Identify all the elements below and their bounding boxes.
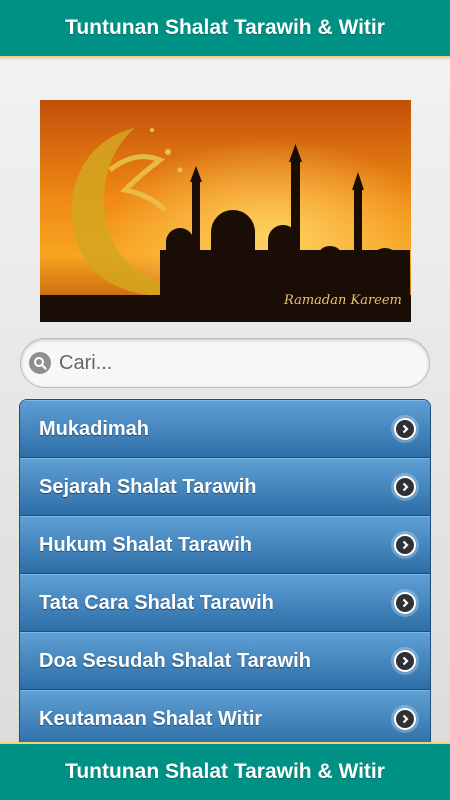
menu-item-label: Doa Sesudah Shalat Tarawih [39,649,311,672]
main-content[interactable]: Ramadan Kareem Mukadimah Sejarah Shalat … [0,60,450,742]
banner-caption: Ramadan Kareem [283,293,402,308]
search-field[interactable] [20,338,430,388]
search-input[interactable] [59,351,399,375]
chevron-right-icon [394,534,416,556]
menu-item-doa[interactable]: Doa Sesudah Shalat Tarawih [20,632,430,690]
menu-item-label: Sejarah Shalat Tarawih [39,475,257,498]
chevron-right-icon [394,708,416,730]
banner-artwork: Ramadan Kareem [40,100,411,322]
chevron-right-icon [394,418,416,440]
chevron-right-icon [394,592,416,614]
menu-item-tata-cara[interactable]: Tata Cara Shalat Tarawih [20,574,430,632]
ramadan-banner-image: Ramadan Kareem [40,100,411,322]
menu-item-mukadimah[interactable]: Mukadimah [20,400,430,458]
app-footer: Tuntunan Shalat Tarawih & Witir [0,742,450,800]
menu-item-label: Keutamaan Shalat Witir [39,707,263,730]
menu-item-keutamaan-witir[interactable]: Keutamaan Shalat Witir [20,690,430,742]
chevron-right-icon [394,650,416,672]
menu-item-label: Mukadimah [39,417,150,440]
app-title: Tuntunan Shalat Tarawih & Witir [65,16,385,39]
chevron-right-icon [394,476,416,498]
search-icon [29,352,51,374]
menu-list: Mukadimah Sejarah Shalat Tarawih Hukum S… [19,399,431,742]
menu-item-sejarah[interactable]: Sejarah Shalat Tarawih [20,458,430,516]
menu-item-label: Tata Cara Shalat Tarawih [39,591,274,614]
footer-title: Tuntunan Shalat Tarawih & Witir [65,760,385,783]
menu-item-hukum[interactable]: Hukum Shalat Tarawih [20,516,430,574]
app-header: Tuntunan Shalat Tarawih & Witir [0,0,450,58]
menu-item-label: Hukum Shalat Tarawih [39,533,253,556]
